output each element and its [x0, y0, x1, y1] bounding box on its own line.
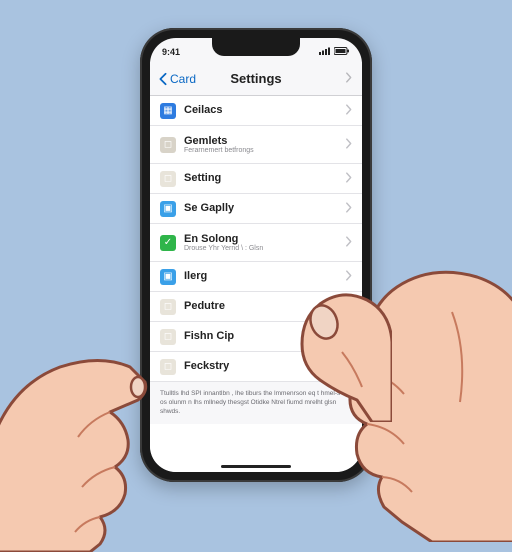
- signal-icon: [319, 47, 331, 57]
- nav-chevron-icon: [345, 70, 352, 88]
- row-icon: ▦: [160, 103, 176, 119]
- back-label: Card: [170, 72, 196, 86]
- hand-left-illustration: [0, 272, 250, 552]
- row-label: Gemlets: [184, 135, 337, 147]
- row-label: Se Gaplly: [184, 202, 337, 214]
- row-label: Ceilacs: [184, 104, 337, 116]
- list-item[interactable]: ▣ Se Gaplly: [150, 194, 362, 224]
- chevron-right-icon: [345, 102, 352, 120]
- row-icon: ◻: [160, 137, 176, 153]
- row-icon: ◻: [160, 171, 176, 187]
- list-item[interactable]: ◻ GemletsFerarnemert betfrongs: [150, 126, 362, 164]
- row-icon: ▣: [160, 201, 176, 217]
- row-icon: ✓: [160, 235, 176, 251]
- row-sublabel: Ferarnemert betfrongs: [184, 147, 337, 155]
- battery-icon: [334, 47, 350, 57]
- row-text: Setting: [184, 172, 337, 184]
- back-button[interactable]: Card: [158, 72, 196, 86]
- page-title: Settings: [230, 71, 281, 86]
- row-text: Ceilacs: [184, 104, 337, 116]
- chevron-left-icon: [158, 72, 168, 86]
- row-label: Setting: [184, 172, 337, 184]
- list-item[interactable]: ▦ Ceilacs: [150, 96, 362, 126]
- notch: [212, 38, 300, 56]
- list-item[interactable]: ◻ Setting: [150, 164, 362, 194]
- nav-bar: Card Settings: [150, 62, 362, 96]
- row-text: Se Gaplly: [184, 202, 337, 214]
- chevron-right-icon: [345, 170, 352, 188]
- chevron-right-icon: [345, 136, 352, 154]
- chevron-right-icon: [345, 200, 352, 218]
- thumb-right-illustration: [272, 282, 392, 422]
- row-text: GemletsFerarnemert betfrongs: [184, 135, 337, 155]
- status-time: 9:41: [162, 47, 180, 57]
